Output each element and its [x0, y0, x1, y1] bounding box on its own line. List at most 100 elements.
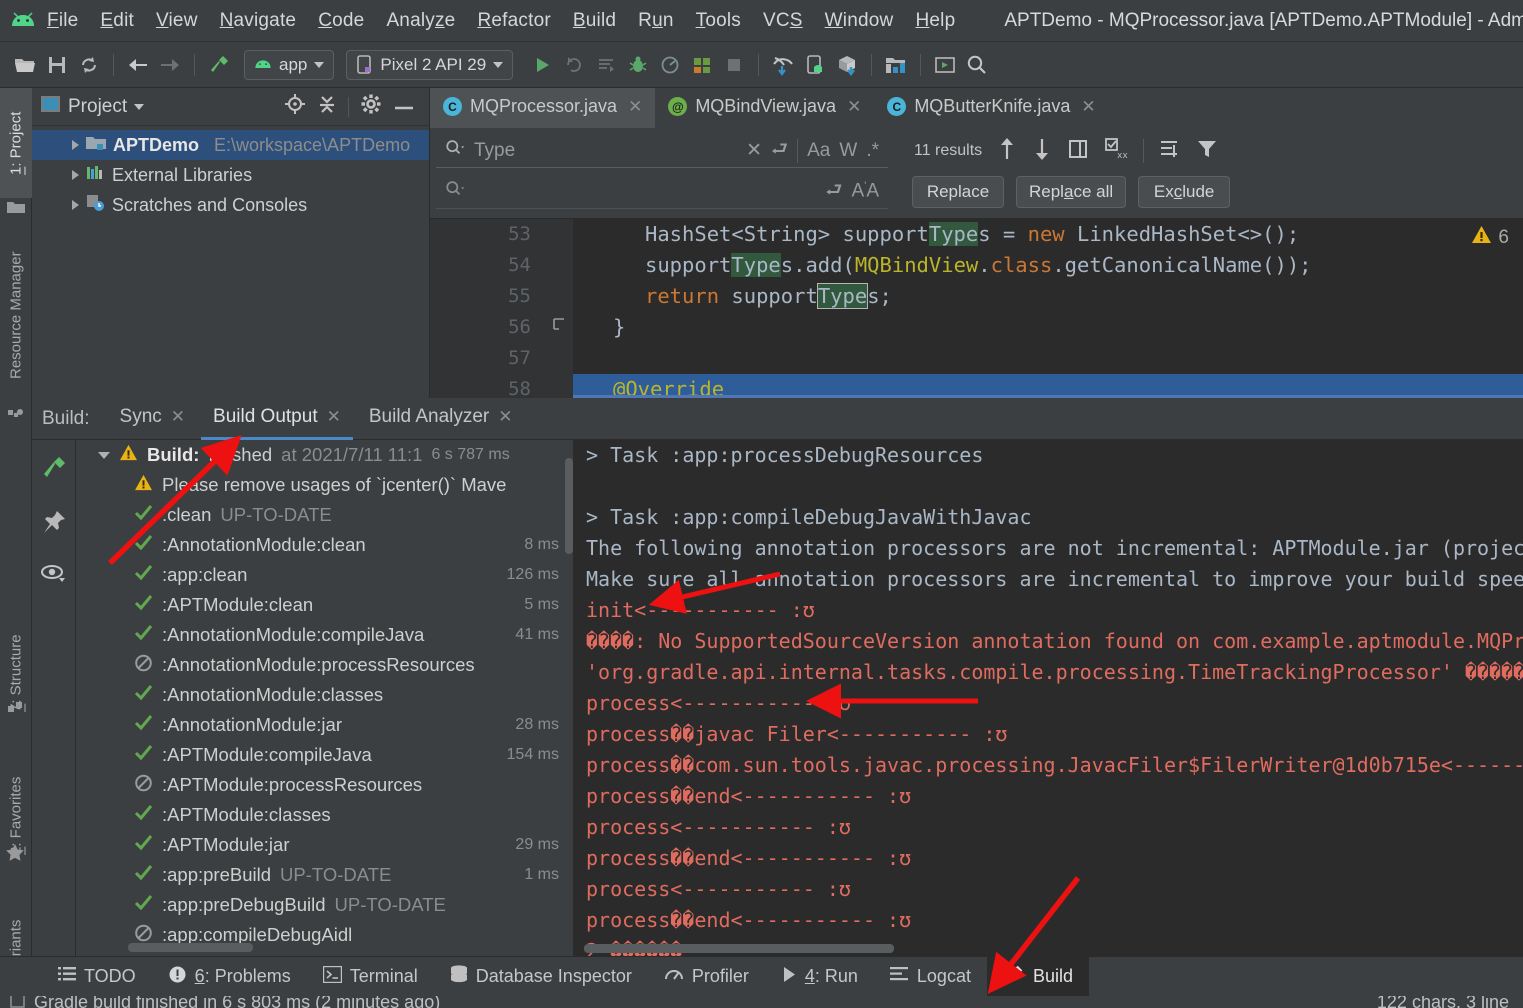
- menu-help[interactable]: Help: [904, 8, 966, 34]
- build-tree-task-app-clean[interactable]: :app:clean 126 ms: [76, 560, 573, 590]
- build-tree-task-annotationmodule-processresources[interactable]: :AnnotationModule:processResources: [76, 650, 573, 680]
- menu-run[interactable]: Run: [627, 8, 684, 34]
- chevron-down-icon-build-root[interactable]: [98, 451, 110, 459]
- build-output-tree[interactable]: Build: finished at 2021/7/11 11:1 6 s 78…: [76, 440, 574, 956]
- build-tree-horizontal-scrollbar[interactable]: [128, 943, 253, 952]
- preserve-case-icon[interactable]: A'A: [852, 180, 879, 202]
- avd-manager-icon[interactable]: [687, 50, 717, 80]
- module-selector[interactable]: app: [244, 49, 335, 80]
- device-manager-icon[interactable]: [800, 50, 830, 80]
- eye-toggle-icon[interactable]: [40, 562, 68, 589]
- build-tree-task-annotationmodule-clean[interactable]: :AnnotationModule:clean 8 ms: [76, 530, 573, 560]
- status-item-terminal[interactable]: Terminal: [307, 957, 434, 997]
- menu-edit[interactable]: Edit: [89, 8, 145, 34]
- search-everywhere-icon[interactable]: [962, 50, 992, 80]
- close-icon-tab-2[interactable]: ✕: [847, 97, 861, 117]
- build-tab-build-output[interactable]: Build Output ✕: [201, 398, 353, 440]
- replace-button[interactable]: Replace: [912, 176, 1004, 208]
- code-folding-strip[interactable]: [545, 219, 573, 401]
- menu-window[interactable]: Window: [814, 8, 905, 34]
- close-icon-build-analyzer[interactable]: ✕: [498, 407, 512, 427]
- status-item-profiler[interactable]: Profiler: [648, 957, 765, 997]
- debug-icon[interactable]: [623, 50, 653, 80]
- sidebar-item-resource-manager[interactable]: Resource Manager: [0, 228, 32, 403]
- settings-gear-icon[interactable]: [360, 93, 382, 120]
- tree-item-scratches[interactable]: Scratches and Consoles: [32, 190, 429, 220]
- build-tree-task-annotationmodule-classes[interactable]: :AnnotationModule:classes: [76, 680, 573, 710]
- build-tree-task-app-prebuild[interactable]: :app:preBuild UP-TO-DATE 1 ms: [76, 860, 573, 890]
- open-in-find-window-icon[interactable]: [1067, 138, 1089, 165]
- menu-build[interactable]: Build: [562, 8, 627, 34]
- build-tab-build-analyzer[interactable]: Build Analyzer ✕: [357, 398, 525, 440]
- menu-file[interactable]: File: [36, 8, 89, 34]
- close-icon-sync[interactable]: ✕: [171, 407, 185, 427]
- match-case-icon[interactable]: Aa: [807, 140, 830, 162]
- build-tree-task-annotationmodule-jar[interactable]: :AnnotationModule:jar 28 ms: [76, 710, 573, 740]
- status-item-problems[interactable]: 6: Problems: [152, 957, 307, 997]
- replace-all-button[interactable]: Repl a ce all: [1016, 176, 1127, 208]
- replace-history-icon[interactable]: ⮐: [825, 176, 842, 208]
- pin-tab-icon[interactable]: [41, 509, 67, 540]
- status-item-database-inspector[interactable]: Database Inspector: [434, 957, 648, 997]
- status-item-logcat[interactable]: Logcat: [874, 957, 987, 997]
- project-structure-icon[interactable]: [881, 50, 911, 80]
- chevron-down-icon-project[interactable]: [134, 103, 145, 110]
- filter-icon[interactable]: [1196, 138, 1218, 165]
- close-icon-tab-3[interactable]: ✕: [1081, 97, 1095, 117]
- build-tab-sync[interactable]: Sync ✕: [108, 398, 198, 440]
- editor-tab-mqbindview[interactable]: @ MQBindView.java ✕: [655, 88, 874, 128]
- words-icon[interactable]: W: [839, 140, 857, 162]
- in-selection-icon[interactable]: [1159, 138, 1181, 165]
- replace-input[interactable]: ⮐ A'A: [436, 175, 888, 209]
- sync-icon[interactable]: [74, 50, 104, 80]
- layout-inspector-icon[interactable]: [930, 50, 960, 80]
- editor-tab-mqprocessor[interactable]: C MQProcessor.java ✕: [430, 88, 656, 128]
- build-tree-task-clean[interactable]: :clean UP-TO-DATE: [76, 500, 573, 530]
- build-tree-task-aptmodule-processresources[interactable]: :APTModule:processResources: [76, 770, 573, 800]
- device-selector[interactable]: Pixel 2 API 29: [346, 49, 514, 80]
- build-tree-task-aptmodule-clean[interactable]: :APTModule:clean 5 ms: [76, 590, 573, 620]
- build-tree-task-app-predebugbuild[interactable]: :app:preDebugBuild UP-TO-DATE: [76, 890, 573, 920]
- tree-item-external-libraries[interactable]: External Libraries: [32, 160, 429, 190]
- menu-vcs[interactable]: VCS: [752, 8, 814, 34]
- fold-marker-icon[interactable]: [551, 316, 567, 337]
- status-item-build[interactable]: Build: [986, 956, 1089, 997]
- build-tree-warning-jcenter[interactable]: Please remove usages of `jcenter()` Mave: [76, 470, 573, 500]
- select-all-occurrences-icon[interactable]: xx: [1104, 137, 1128, 166]
- build-hammer-icon-side[interactable]: [40, 454, 68, 487]
- editor-warning-indicator[interactable]: 6: [1471, 225, 1509, 250]
- search-history-icon[interactable]: ⮐: [771, 135, 788, 167]
- menu-code[interactable]: Code: [307, 8, 375, 34]
- console-horizontal-scrollbar[interactable]: [584, 944, 894, 953]
- next-occurrence-icon[interactable]: [1032, 137, 1052, 166]
- menu-analyze[interactable]: Analyze: [375, 8, 466, 34]
- run-icon[interactable]: [527, 50, 557, 80]
- status-item-todo[interactable]: TODO: [42, 957, 152, 997]
- save-all-icon[interactable]: [42, 50, 72, 80]
- menu-navigate[interactable]: Navigate: [209, 8, 308, 34]
- collapse-all-icon[interactable]: [317, 94, 337, 119]
- search-input[interactable]: Type ✕ ⮐ Aa W .*: [436, 134, 888, 168]
- expand-arrow-icon[interactable]: [72, 140, 79, 150]
- expand-arrow-icon-2[interactable]: [72, 170, 79, 180]
- build-tree-task-aptmodule-compilejava[interactable]: :APTModule:compileJava 154 ms: [76, 740, 573, 770]
- build-tree-vertical-scrollbar[interactable]: [565, 458, 573, 554]
- status-item-run[interactable]: 4: Run: [765, 957, 874, 997]
- regex-icon[interactable]: .*: [866, 140, 879, 162]
- code-editor[interactable]: 53 54 55 56 57 58 HashSet<String> suppor…: [430, 219, 1523, 401]
- menu-tools[interactable]: Tools: [685, 8, 752, 34]
- gradle-sync-icon[interactable]: [768, 50, 798, 80]
- menu-refactor[interactable]: Refactor: [466, 8, 561, 34]
- open-folder-icon[interactable]: [10, 50, 40, 80]
- minimize-icon[interactable]: [393, 98, 415, 116]
- exclude-button[interactable]: Ex c lude: [1138, 176, 1231, 208]
- sidebar-item-project[interactable]: 1: Project: [0, 88, 32, 198]
- build-console-output[interactable]: > Task :app:processDebugResources > Task…: [574, 440, 1523, 956]
- build-tree-task-annotationmodule-compilejava[interactable]: :AnnotationModule:compileJava 41 ms: [76, 620, 573, 650]
- build-tree-root[interactable]: Build: finished at 2021/7/11 11:1 6 s 78…: [76, 440, 573, 470]
- editor-tab-mqbutterknife[interactable]: C MQButterKnife.java ✕: [874, 88, 1108, 128]
- build-hammer-icon[interactable]: [204, 50, 234, 80]
- sdk-manager-icon[interactable]: [832, 50, 862, 80]
- clear-search-icon[interactable]: ✕: [746, 139, 762, 162]
- build-tree-task-aptmodule-classes[interactable]: :APTModule:classes: [76, 800, 573, 830]
